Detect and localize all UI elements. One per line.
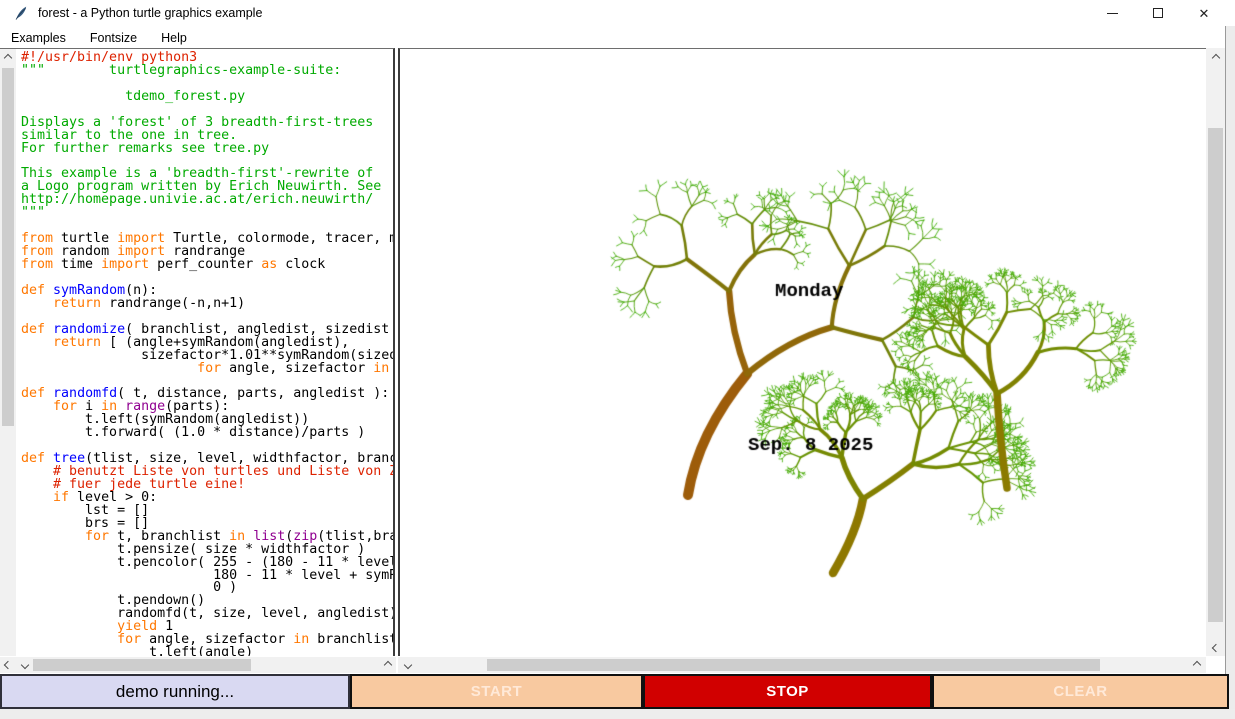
scroll-up-arrow-icon[interactable] [1208,50,1223,65]
code-line: for angle, sizefactor in branchlist ] [21,363,393,376]
maximize-icon [1153,8,1163,18]
scroll-up-arrow-icon[interactable] [0,50,15,65]
window-bottom-edge [0,709,1235,719]
stop-button[interactable]: STOP [643,674,932,709]
code-line: http://homepage.univie.ac.at/erich.neuwi… [21,194,393,207]
status-field: demo running... [0,674,350,709]
maximize-button[interactable] [1135,0,1181,26]
title-bar[interactable]: forest - a Python turtle graphics exampl… [0,0,1235,26]
code-line: from time import perf_counter as clock [21,259,393,272]
app-window: forest - a Python turtle graphics exampl… [0,0,1235,719]
scroll-down-arrow-icon[interactable] [0,657,15,672]
code-text: #!/usr/bin/env python3""" turtlegraphics… [16,49,393,656]
code-line: """ [21,207,393,220]
code-line: For further remarks see tree.py [21,143,393,156]
start-button[interactable]: START [350,674,643,709]
scroll-right-arrow-icon[interactable] [380,657,395,672]
canvas-horizontal-scrollbar[interactable] [398,657,1206,673]
scroll-down-arrow-icon[interactable] [1208,640,1223,655]
canvas-vertical-scrollbar[interactable] [1206,48,1225,656]
code-line: tdemo_forest.py [21,91,393,104]
bar-tail [1229,674,1235,709]
code-line: """ turtlegraphics-example-suite: [21,65,393,78]
code-line: return randrange(-n,n+1) [21,298,393,311]
code-line: t.forward( (1.0 * distance)/parts ) [21,427,393,440]
menu-examples[interactable]: Examples [9,29,76,47]
scroll-left-arrow-icon[interactable] [17,657,32,672]
code-pane[interactable]: #!/usr/bin/env python3""" turtlegraphics… [0,48,395,656]
window-title: forest - a Python turtle graphics exampl… [38,6,262,20]
demo-control-bar: demo running... START STOP CLEAR [0,674,1235,709]
code-vertical-scrollbar[interactable] [0,49,16,656]
window-edge [1225,26,1235,709]
code-horizontal-scrollbar[interactable] [0,657,396,673]
canvas-pane [398,48,1206,656]
code-line: t.left(angle) [21,647,393,656]
code-hscroll-thumb[interactable] [33,659,251,671]
menu-help[interactable]: Help [159,29,197,47]
python-feather-icon [13,5,29,21]
scroll-right-arrow-icon[interactable] [1189,657,1204,672]
scroll-left-arrow-icon[interactable] [400,657,415,672]
close-button[interactable]: ✕ [1181,0,1227,26]
turtle-canvas [400,49,1206,657]
menu-fontsize[interactable]: Fontsize [88,29,147,47]
clear-button[interactable]: CLEAR [932,674,1229,709]
menu-bar: Examples Fontsize Help [0,27,1235,48]
minimize-button[interactable] [1089,0,1135,26]
canvas-hscroll-thumb[interactable] [487,659,1100,671]
close-icon: ✕ [1199,7,1210,20]
code-vscroll-thumb[interactable] [2,68,14,426]
minimize-icon [1107,13,1118,14]
canvas-vscroll-thumb[interactable] [1208,128,1223,622]
